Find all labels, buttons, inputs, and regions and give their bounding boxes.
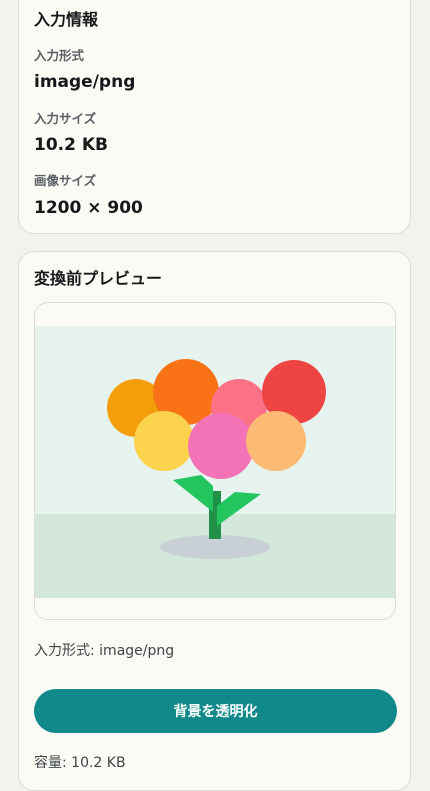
preview-image [35,326,395,598]
make-transparent-button[interactable]: 背景を透明化 [34,689,397,733]
input-info-card: 入力情報 入力形式 image/png 入力サイズ 10.2 KB 画像サイズ … [18,0,411,234]
preview-image-frame [34,302,396,620]
dimensions-value: 1200 × 900 [34,198,143,218]
input-info-title: 入力情報 [34,10,99,29]
size-label: 入力サイズ [34,111,97,126]
preview-card: 変換前プレビュー 入力形式: image/png 背景を透明化 容量: 10.2… [18,251,411,791]
capacity-text: 容量: 10.2 KB [34,755,126,771]
size-value: 10.2 KB [34,135,108,155]
format-label: 入力形式 [34,48,85,63]
input-format-text: 入力形式: image/png [34,643,175,659]
dimensions-label: 画像サイズ [34,173,97,188]
format-value: image/png [34,72,136,92]
preview-title: 変換前プレビュー [34,269,163,288]
